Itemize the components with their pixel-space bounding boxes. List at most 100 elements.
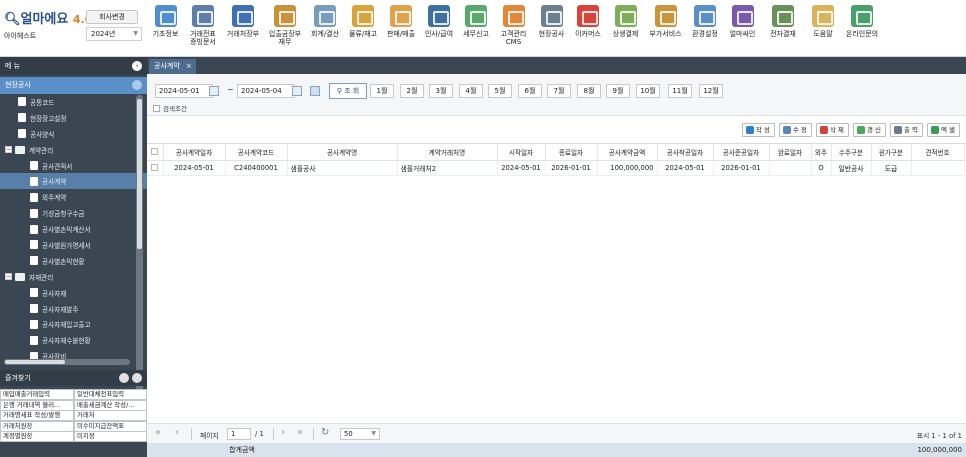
sidebar-tree-item[interactable]: 공사별손익현황 (0, 253, 147, 269)
checkbox[interactable] (153, 104, 160, 112)
menu-item[interactable]: 거래처장부 (222, 0, 264, 56)
last-page-icon[interactable]: » (297, 427, 303, 438)
collapse-toggle-icon[interactable]: − (5, 273, 12, 281)
column-header[interactable]: 외주 (811, 144, 832, 161)
search-button[interactable]: ⚲ 조 회 (329, 83, 367, 99)
menu-item[interactable]: 도움말 (805, 0, 841, 56)
menu-item[interactable]: 현장공사 (533, 0, 570, 56)
action-button[interactable]: 삭 제 (815, 123, 849, 137)
sidebar-tree-item[interactable]: 공사자재 (0, 285, 147, 301)
sidebar-tree-item[interactable]: 외주계약 (0, 189, 147, 205)
sidebar-hscrollbar[interactable] (4, 359, 130, 365)
month-button[interactable]: 1월 (370, 84, 394, 98)
sidebar-tree-item[interactable]: 공사별손익계산서 (0, 221, 147, 237)
menu-item[interactable]: 거래전표 증빙문서 (184, 0, 222, 56)
collapse-toggle-icon[interactable]: − (5, 146, 12, 154)
sidebar-tree-item[interactable]: 공사자재수불현황 (0, 332, 147, 348)
sidebar-tree-item[interactable]: − 계약관리 (0, 142, 147, 158)
month-button[interactable]: 10월 (636, 84, 660, 98)
menu-item[interactable]: 인사/급여 (420, 0, 458, 56)
menu-item[interactable]: 전자결재 (761, 0, 805, 56)
column-header[interactable]: 공사계약명 (287, 144, 398, 161)
company-change-button[interactable]: 회사변경 (86, 10, 138, 24)
column-header[interactable]: 공사준공일자 (713, 144, 770, 161)
column-header[interactable]: 계약거래처명 (397, 144, 498, 161)
menu-item[interactable]: 세무신고 (458, 0, 494, 56)
sidebar-tree-item[interactable]: 기성금청구수금 (0, 205, 147, 221)
column-header[interactable]: 완료일자 (769, 144, 812, 161)
sidebar-tree-item[interactable]: 공사계약 (0, 173, 147, 190)
scrollbar-thumb[interactable] (137, 99, 142, 249)
sidebar-tree-item[interactable]: 현장장고설정 (0, 110, 147, 126)
next-page-icon[interactable]: › (281, 427, 285, 438)
sidebar-tree-item[interactable]: 공사양식 (0, 126, 147, 142)
action-button[interactable]: 출 력 (889, 123, 923, 137)
menu-item[interactable]: 물류/재고 (344, 0, 382, 56)
month-button[interactable]: 11월 (668, 84, 692, 98)
menu-item[interactable]: 기초정보 (147, 0, 184, 56)
page-size-select[interactable]: 50 ▼ (340, 428, 380, 440)
column-header[interactable]: 시작일자 (497, 144, 546, 161)
sidebar-tree-item[interactable]: 공사견적서 (0, 158, 147, 174)
row-select-cell[interactable] (147, 160, 164, 176)
month-button[interactable]: 5월 (488, 84, 512, 98)
table-row[interactable]: 2024-05-01 C240400001 샘플공사 샘플거래처2 2024-05-01… (147, 160, 965, 176)
column-header[interactable]: 견적번호 (911, 144, 965, 161)
checkbox[interactable] (151, 148, 159, 156)
calendar-icon[interactable] (209, 86, 219, 96)
refresh-icon[interactable]: ↻ (321, 427, 329, 438)
action-button[interactable]: 작 성 (741, 123, 775, 137)
settings-icon[interactable] (119, 373, 129, 383)
menu-item[interactable]: 부가서비스 (645, 0, 686, 56)
favorite-item[interactable]: 미지정 (74, 431, 147, 443)
favorite-item[interactable]: 매입매출거래입력 (0, 389, 74, 400)
sidebar-scrollbar[interactable] (136, 95, 143, 393)
sidebar-group-header[interactable]: 현장공사 (0, 77, 147, 94)
favorite-item[interactable]: 미수미지급잔액표 (74, 420, 147, 432)
month-button[interactable]: 7월 (547, 84, 571, 98)
month-button[interactable]: 2월 (400, 84, 424, 98)
menu-item[interactable]: 상생결제 (606, 0, 645, 56)
favorite-item[interactable]: 매출세금계산 작성/... (74, 399, 147, 411)
sidebar-tree-item[interactable]: 공사자재입고출고 (0, 316, 147, 332)
page-input[interactable]: 1 (227, 428, 251, 440)
sidebar-collapse-icon[interactable]: ‹ (132, 61, 142, 71)
prev-page-icon[interactable]: ‹ (175, 427, 179, 438)
menu-item[interactable]: 회계/결산 (306, 0, 344, 56)
favorite-item[interactable]: 일반대체전표입력 (74, 389, 147, 400)
column-header[interactable]: 공사계약코드 (225, 144, 288, 161)
close-icon[interactable]: × (186, 59, 192, 74)
month-button[interactable]: 6월 (518, 84, 542, 98)
year-select[interactable]: 2024년 ▼ (86, 27, 142, 41)
sidebar-tree-item[interactable]: 공사자재발주 (0, 301, 147, 317)
menu-item[interactable]: 입출금장부 재무 (264, 0, 306, 56)
date-from-input[interactable]: 2024-05-01 (155, 84, 213, 98)
favorite-item[interactable]: 거래처원장 (0, 420, 74, 432)
hscrollbar-thumb[interactable] (5, 360, 65, 364)
menu-item[interactable]: 온라인문의 (841, 0, 883, 56)
menu-item[interactable]: 얼마싸인 (724, 0, 761, 56)
date-to-input[interactable]: 2024-05-04 (237, 84, 295, 98)
column-header[interactable]: 공사착공일자 (657, 144, 714, 161)
month-button[interactable]: 4월 (459, 84, 483, 98)
action-button[interactable]: 엑 셀 (926, 123, 960, 137)
group-collapse-icon[interactable] (132, 80, 142, 90)
column-header[interactable]: 종료일자 (545, 144, 598, 161)
column-header[interactable]: 수주구분 (831, 144, 872, 161)
month-button[interactable]: 8월 (577, 84, 601, 98)
sidebar-tree-item[interactable]: − 자재관리 (0, 269, 147, 285)
menu-item[interactable]: 판매/매출 (382, 0, 420, 56)
sidebar-tree-item[interactable]: 공사별원가명세서 (0, 237, 147, 253)
action-button[interactable]: 갱 신 (852, 123, 886, 137)
tab-contract[interactable]: 공사계약 × (149, 59, 196, 74)
search-condition-toggle[interactable]: 검색조건 (153, 103, 187, 113)
action-button[interactable]: 수 정 (778, 123, 812, 137)
column-header[interactable]: 공사계약일자 (163, 144, 226, 161)
sidebar-tree-item[interactable]: 공통코드 (0, 94, 147, 110)
favorite-item[interactable]: 은행 거래내역 불러... (0, 399, 74, 411)
checkbox[interactable] (151, 164, 159, 171)
menu-item[interactable]: 환경설정 (686, 0, 724, 56)
month-button[interactable]: 12월 (699, 84, 723, 98)
menu-item[interactable]: 고객관리 CMS (494, 0, 533, 56)
favorite-item[interactable]: 거래처 (74, 410, 147, 422)
